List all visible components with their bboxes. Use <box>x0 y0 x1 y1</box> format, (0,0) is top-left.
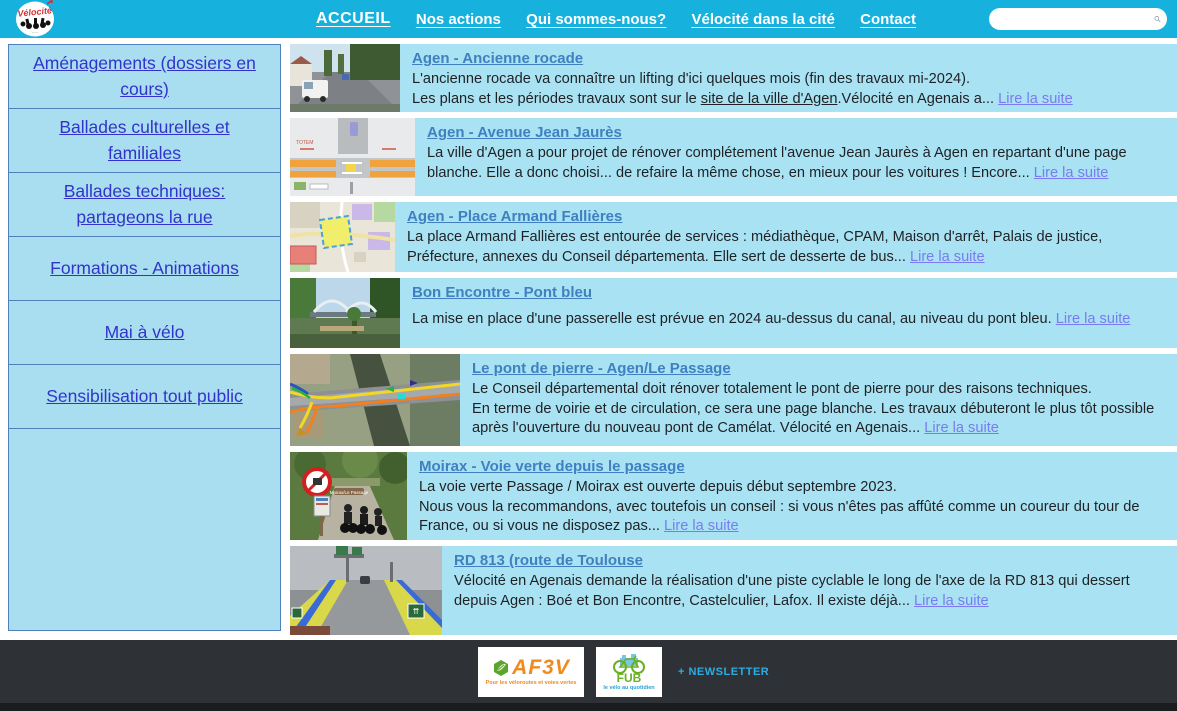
sidebar-item-sensibilisation[interactable]: Sensibilisation tout public <box>8 364 281 429</box>
greenway-photo-thumbnail[interactable]: Moirax/Le Passage <box>290 452 407 540</box>
articles-list: Agen - Ancienne rocade L'ancienne rocade… <box>290 44 1177 635</box>
nav-nos-actions[interactable]: Nos actions <box>416 11 501 28</box>
fub-logo[interactable]: FUB le vélo au quotidien <box>596 647 662 697</box>
sidebar-item-amenagements[interactable]: Aménagements (dossiers en cours) <box>8 44 281 109</box>
read-more-link[interactable]: Lire la suite <box>1056 311 1131 327</box>
article-title-link[interactable]: RD 813 (route de Toulouse <box>454 552 643 569</box>
velocite-logo[interactable]: Vélocité ····· <box>14 0 58 38</box>
article-text: En terme de voirie et de circulation, ce… <box>472 401 1154 437</box>
read-more-link[interactable]: Lire la suite <box>998 91 1073 107</box>
sidebar-link[interactable]: Sensibilisation tout public <box>46 384 243 409</box>
sidebar-link[interactable]: Aménagements (dossiers en cours) <box>23 51 266 102</box>
ville-agen-link[interactable]: site de la ville d'Agen <box>701 91 838 107</box>
article-text: La mise en place d'une passerelle est pr… <box>412 311 1056 327</box>
article-text: Nous vous la recommandons, avec toutefoi… <box>419 499 1139 535</box>
bridge-photo-thumbnail[interactable] <box>290 278 400 348</box>
article-title-link[interactable]: Moirax - Voie verte depuis le passage <box>419 458 685 475</box>
article-text: L'ancienne rocade va connaître un liftin… <box>412 71 970 87</box>
aerial-bridge-thumbnail[interactable] <box>290 354 460 446</box>
svg-text:TOTEM: TOTEM <box>296 140 313 146</box>
read-more-link[interactable]: Lire la suite <box>1034 165 1109 181</box>
article-title-link[interactable]: Bon Encontre - Pont bleu <box>412 284 592 301</box>
article-title-link[interactable]: Agen - Ancienne rocade <box>412 50 583 67</box>
article-text: La voie verte Passage / Moirax est ouver… <box>419 479 897 495</box>
nav-contact[interactable]: Contact <box>860 11 916 28</box>
af3v-logo[interactable]: AF3V Pour les véloroutes et voies vertes <box>478 647 584 697</box>
svg-text:·····: ····· <box>32 30 39 35</box>
nav-velocite-dans-la-cite[interactable]: Vélocité dans la cité <box>691 11 834 28</box>
page-footer: AF3V Pour les véloroutes et voies vertes… <box>0 640 1177 711</box>
search-icon[interactable] <box>1154 11 1161 27</box>
nav-accueil[interactable]: ACCUEIL <box>316 10 391 28</box>
article-text: Vélocité en Agenais demande la réalisati… <box>454 573 1130 609</box>
article-text: .Vélocité en Agenais a... <box>837 91 998 107</box>
sidebar-link[interactable]: Mai à vélo <box>105 320 185 345</box>
svg-text:Moirax/Le Passage: Moirax/Le Passage <box>330 490 369 495</box>
main-nav: ACCUEIL Nos actions Qui sommes-nous? Vél… <box>316 10 916 28</box>
article-card-pont-de-pierre: Le pont de pierre - Agen/Le Passage Le C… <box>290 354 1177 446</box>
street-photo-thumbnail[interactable] <box>290 44 400 112</box>
city-map-thumbnail[interactable] <box>290 202 395 272</box>
article-title-link[interactable]: Agen - Avenue Jean Jaurès <box>427 124 622 141</box>
sidebar-empty-box <box>8 428 281 631</box>
sidebar-menu: Aménagements (dossiers en cours) Ballade… <box>8 44 281 635</box>
af3v-tagline: Pour les véloroutes et voies vertes <box>486 680 577 686</box>
read-more-link[interactable]: Lire la suite <box>910 249 985 265</box>
af3v-name: AF3V <box>512 657 570 678</box>
sidebar-link[interactable]: Ballades culturelles et familiales <box>23 115 266 166</box>
article-card-ancienne-rocade: Agen - Ancienne rocade L'ancienne rocade… <box>290 44 1177 112</box>
sidebar-link[interactable]: Formations - Animations <box>50 256 239 281</box>
nav-qui-sommes-nous[interactable]: Qui sommes-nous? <box>526 11 666 28</box>
article-title-link[interactable]: Agen - Place Armand Fallières <box>407 208 622 225</box>
sidebar-link[interactable]: Ballades techniques: partageons la rue <box>23 179 266 230</box>
article-text: La ville d'Agen a pour projet de rénover… <box>427 145 1127 181</box>
page-body: Aménagements (dossiers en cours) Ballade… <box>0 38 1177 635</box>
article-title-link[interactable]: Le pont de pierre - Agen/Le Passage <box>472 360 731 377</box>
read-more-link[interactable]: Lire la suite <box>924 420 999 436</box>
footer-content: AF3V Pour les véloroutes et voies vertes… <box>0 640 1177 703</box>
fub-name: FUB <box>617 672 642 684</box>
article-card-voie-verte: Moirax/Le Passage Moirax - Voie verte de… <box>290 452 1177 540</box>
read-more-link[interactable]: Lire la suite <box>664 518 739 534</box>
af3v-leaf-icon <box>492 659 510 677</box>
article-card-rd813: ⇈ RD 813 (route de Toulouse Vélocité en … <box>290 546 1177 635</box>
sidebar-item-ballades-techniques[interactable]: Ballades techniques: partageons la rue <box>8 172 281 237</box>
sidebar-item-formations[interactable]: Formations - Animations <box>8 236 281 301</box>
article-text: Les plans et les périodes travaux sont s… <box>412 91 701 107</box>
article-text: La place Armand Fallières est entourée d… <box>407 229 1102 265</box>
highway-photo-thumbnail[interactable]: ⇈ <box>290 546 442 635</box>
road-plan-thumbnail[interactable]: TOTEM <box>290 118 415 196</box>
article-card-pont-bleu: Bon Encontre - Pont bleu La mise en plac… <box>290 278 1177 348</box>
sidebar-item-mai-a-velo[interactable]: Mai à vélo <box>8 300 281 365</box>
fub-tagline: le vélo au quotidien <box>603 685 654 691</box>
top-header: Vélocité ····· ACCUEIL Nos actions Qui s… <box>0 0 1177 38</box>
article-text: Le Conseil départemental doit rénover to… <box>472 381 1092 397</box>
search-input[interactable] <box>989 8 1154 30</box>
article-card-jean-jaures: TOTEM Agen - Avenue Jean Jaurès La ville… <box>290 118 1177 196</box>
search-box <box>989 8 1167 30</box>
footer-bottom-strip <box>0 703 1177 711</box>
article-card-armand-fallieres: Agen - Place Armand Fallières La place A… <box>290 202 1177 272</box>
sidebar-item-ballades-culturelles[interactable]: Ballades culturelles et familiales <box>8 108 281 173</box>
newsletter-link[interactable]: + NEWSLETTER <box>678 666 769 678</box>
read-more-link[interactable]: Lire la suite <box>914 593 989 609</box>
svg-text:⇈: ⇈ <box>413 607 420 616</box>
